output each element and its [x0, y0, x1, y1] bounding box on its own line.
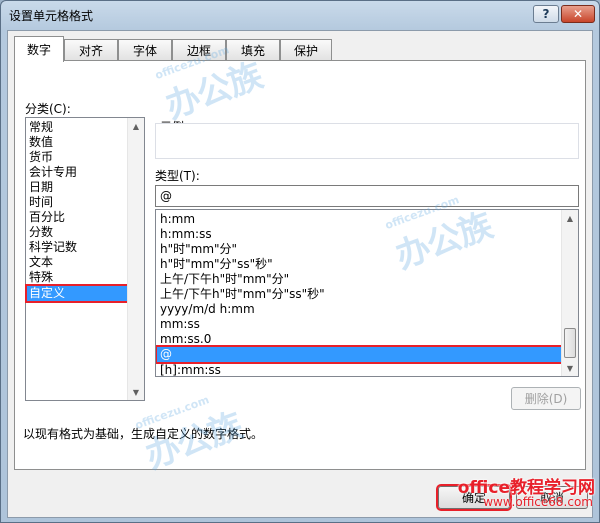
dialog-client: 数字 对齐 字体 边框 填充 保护 分类(C): 常规 数值 货币 会计专用 日… — [7, 30, 593, 518]
type-label: 类型(T): — [155, 169, 200, 183]
tab-number[interactable]: 数字 — [14, 36, 64, 62]
format-item[interactable]: h"时"mm"分"ss"秒" — [160, 257, 273, 272]
category-item[interactable]: 会计专用 — [29, 165, 77, 180]
category-item[interactable]: 文本 — [29, 255, 53, 270]
scroll-down-icon[interactable]: ▼ — [128, 384, 144, 400]
category-scrollbar[interactable]: ▲ ▼ — [127, 118, 144, 400]
category-item-selected[interactable]: 自定义 — [25, 284, 129, 303]
scroll-thumb[interactable] — [564, 328, 576, 358]
category-item[interactable]: 数值 — [29, 135, 53, 150]
scroll-up-icon[interactable]: ▲ — [128, 118, 144, 134]
cancel-button[interactable]: 取消 — [516, 486, 588, 509]
category-item[interactable]: 分数 — [29, 225, 53, 240]
format-item[interactable]: h:mm — [160, 212, 195, 227]
type-input[interactable]: @ — [155, 185, 579, 207]
tab-font[interactable]: 字体 — [118, 39, 172, 61]
tab-alignment[interactable]: 对齐 — [64, 39, 118, 61]
format-item[interactable]: h"时"mm"分" — [160, 242, 237, 257]
dialog-title: 设置单元格格式 — [9, 9, 94, 23]
category-list[interactable]: 常规 数值 货币 会计专用 日期 时间 百分比 分数 科学记数 文本 特殊 自定… — [25, 117, 145, 401]
ok-button[interactable]: 确定 — [436, 484, 512, 511]
format-item[interactable]: mm:ss.0 — [160, 332, 211, 347]
category-item[interactable]: 时间 — [29, 195, 53, 210]
category-item[interactable]: 货币 — [29, 150, 53, 165]
scroll-down-icon[interactable]: ▼ — [562, 360, 578, 376]
format-item[interactable]: h:mm:ss — [160, 227, 212, 242]
format-scrollbar[interactable]: ▲ ▼ — [561, 210, 578, 376]
help-button[interactable]: ? — [533, 5, 559, 23]
number-tab-panel: 分类(C): 常规 数值 货币 会计专用 日期 时间 百分比 分数 科学记数 文… — [14, 60, 586, 470]
category-item[interactable]: 科学记数 — [29, 240, 77, 255]
format-item[interactable]: 上午/下午h"时"mm"分"ss"秒" — [160, 287, 325, 302]
close-button[interactable]: ✕ — [561, 5, 595, 23]
delete-button[interactable]: 删除(D) — [511, 387, 581, 410]
format-item[interactable]: yyyy/m/d h:mm — [160, 302, 255, 317]
format-item[interactable]: [h]:mm:ss — [160, 363, 221, 376]
title-bar: 设置单元格格式 ? ✕ — [1, 1, 599, 29]
format-item[interactable]: mm:ss — [160, 317, 200, 332]
category-item[interactable]: 日期 — [29, 180, 53, 195]
format-cells-dialog: 设置单元格格式 ? ✕ 数字 对齐 字体 边框 填充 保护 分类(C): 常规 … — [0, 0, 600, 523]
category-label: 分类(C): — [25, 102, 71, 116]
format-item-selected[interactable]: @ — [156, 345, 563, 364]
category-item[interactable]: 百分比 — [29, 210, 65, 225]
tab-fill[interactable]: 填充 — [226, 39, 280, 61]
tab-protection[interactable]: 保护 — [280, 39, 332, 61]
format-code-list[interactable]: h:mm h:mm:ss h"时"mm"分" h"时"mm"分"ss"秒" 上午… — [155, 209, 579, 377]
category-item[interactable]: 常规 — [29, 120, 53, 135]
tab-border[interactable]: 边框 — [172, 39, 226, 61]
category-item[interactable]: 特殊 — [29, 270, 53, 285]
scroll-up-icon[interactable]: ▲ — [562, 210, 578, 226]
sample-preview — [155, 123, 579, 159]
format-description: 以现有格式为基础，生成自定义的数字格式。 — [23, 427, 264, 441]
format-item[interactable]: 上午/下午h"时"mm"分" — [160, 272, 289, 287]
